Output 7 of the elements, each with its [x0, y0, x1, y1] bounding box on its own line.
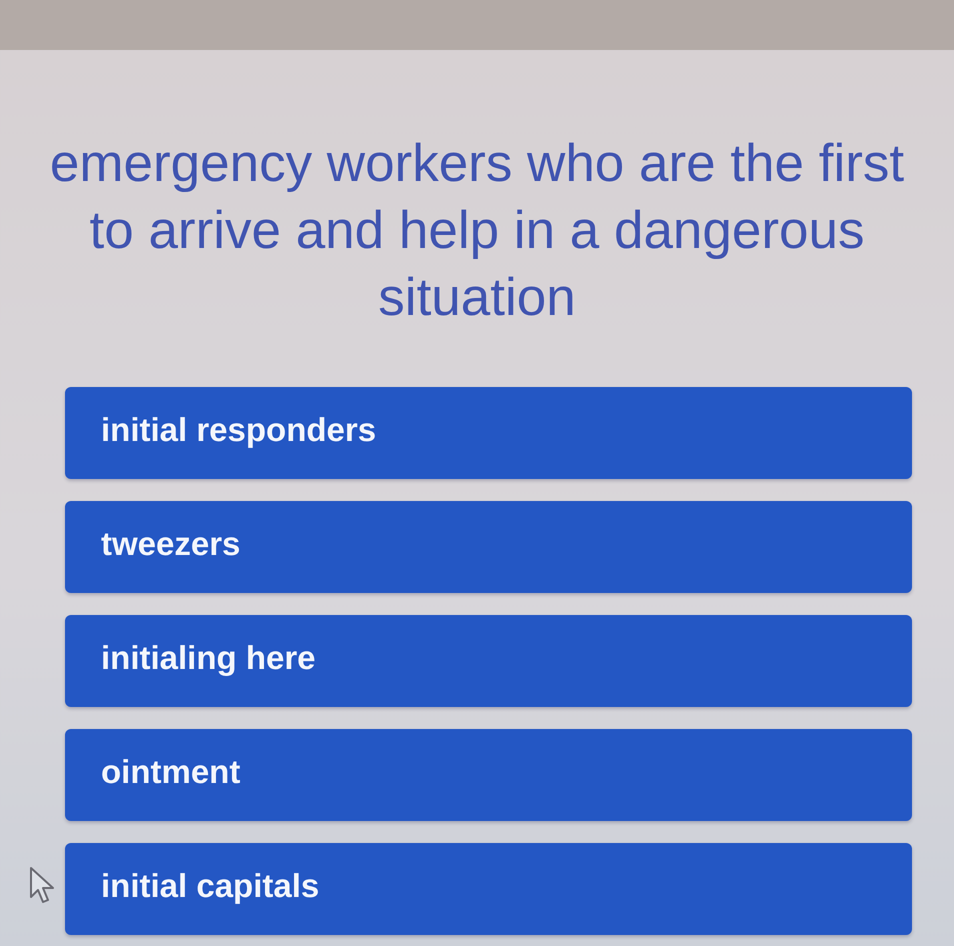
answer-button[interactable]: tweezers [65, 501, 912, 593]
question-text: emergency workers who are the first to arrive and help in a dangerous situation [48, 133, 906, 329]
answer-button[interactable]: ointment [65, 729, 912, 821]
answer-button[interactable]: initialing here [65, 615, 912, 707]
mouse-pointer-icon [28, 866, 56, 904]
answer-button[interactable]: initial responders [65, 387, 912, 479]
answer-button[interactable]: initial capitals [65, 843, 912, 935]
